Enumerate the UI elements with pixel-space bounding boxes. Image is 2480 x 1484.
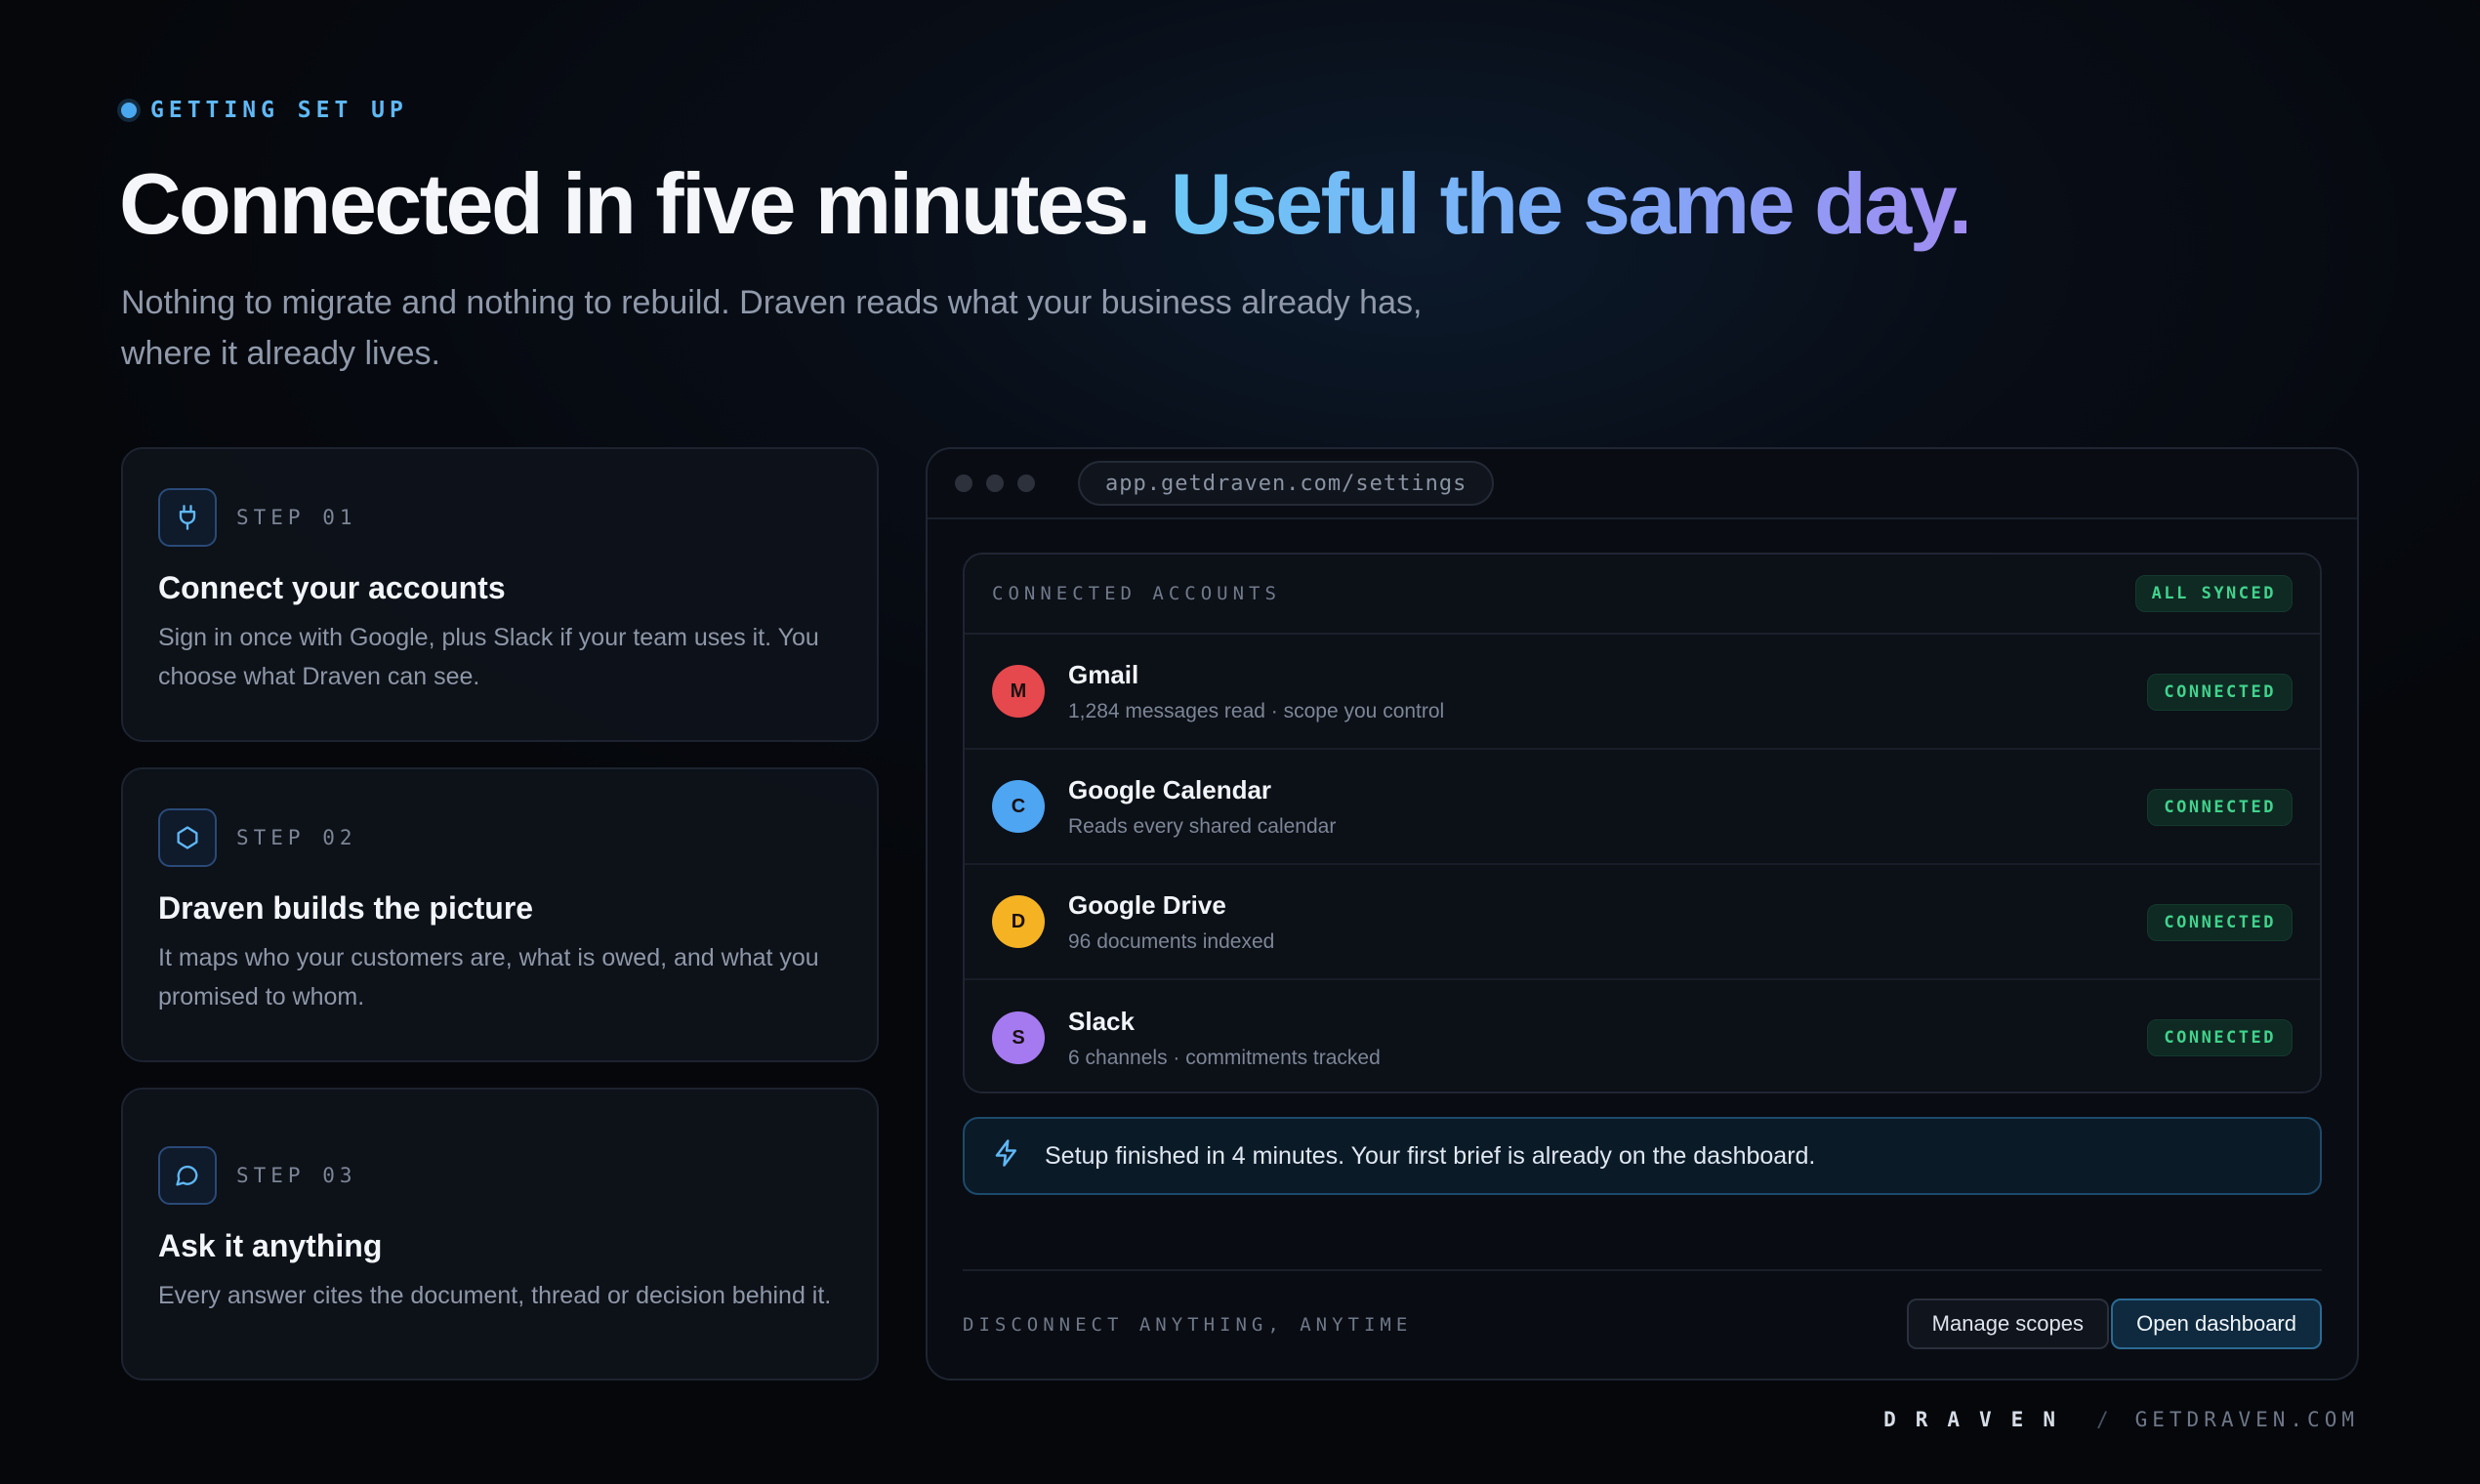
step-label: STEP 01 — [236, 506, 357, 529]
account-detail: 1,284 messages read · scope you control — [1068, 699, 1445, 722]
hexagon-icon — [158, 808, 217, 867]
account-detail: 96 documents indexed — [1068, 929, 1275, 953]
step-description: It maps who your customers are, what is … — [158, 944, 819, 1010]
step-label: STEP 02 — [236, 826, 357, 849]
account-name: Google Calendar — [1068, 774, 1272, 804]
connected-accounts-panel: CONNECTED ACCOUNTS ALL SYNCED M Gmail 1,… — [963, 553, 2322, 1093]
step-title: Ask it anything — [158, 1228, 383, 1263]
status-badge: CONNECTED — [2147, 674, 2293, 711]
account-name: Gmail — [1068, 659, 1139, 689]
step-title: Connect your accounts — [158, 570, 506, 605]
drive-avatar: D — [992, 895, 1045, 948]
eyebrow-label: GETTING SET UP — [150, 98, 408, 123]
account-detail: Reads every shared calendar — [1068, 814, 1337, 838]
step-title: Draven builds the picture — [158, 890, 534, 926]
footer-divider — [963, 1269, 2322, 1271]
account-row-google-drive[interactable]: D Google Drive 96 documents indexed CONN… — [965, 865, 2320, 980]
brand-separator: / — [2095, 1408, 2114, 1431]
page-subtitle: Nothing to migrate and nothing to rebuil… — [121, 284, 1423, 372]
disconnect-note: DISCONNECT ANYTHING, ANYTIME — [963, 1314, 1413, 1336]
eyebrow: GETTING SET UP — [121, 98, 408, 123]
status-badge: CONNECTED — [2147, 789, 2293, 826]
brand-footer: DRAVEN / GETDRAVEN.COM — [1883, 1408, 2359, 1431]
account-name: Google Drive — [1068, 889, 1226, 920]
setup-notice: Setup finished in 4 minutes. Your first … — [963, 1117, 2322, 1195]
brand-wordmark: DRAVEN — [1883, 1408, 2075, 1431]
account-row-slack[interactable]: S Slack 6 channels · commitments tracked… — [965, 980, 2320, 1092]
page-title: Connected in five minutes. Useful the sa… — [119, 154, 1972, 254]
window-minimize-dot[interactable] — [986, 474, 1004, 492]
window-titlebar: app.getdraven.com/settings — [928, 449, 2357, 519]
gmail-avatar: M — [992, 665, 1045, 718]
step-card-3: STEP 03 Ask it anything Every answer cit… — [121, 1088, 879, 1381]
brand-domain[interactable]: GETDRAVEN.COM — [2135, 1408, 2359, 1431]
lightning-icon — [992, 1138, 1021, 1175]
all-synced-badge: ALL SYNCED — [2134, 575, 2293, 612]
slack-avatar: S — [992, 1011, 1045, 1064]
accounts-title: CONNECTED ACCOUNTS — [992, 583, 1281, 604]
status-badge: CONNECTED — [2147, 1019, 2293, 1056]
calendar-avatar: C — [992, 780, 1045, 833]
url-bar[interactable]: app.getdraven.com/settings — [1078, 461, 1495, 506]
account-row-google-calendar[interactable]: C Google Calendar Reads every shared cal… — [965, 750, 2320, 865]
eyebrow-dot-icon — [121, 103, 137, 118]
headline-accent: Useful the same day. — [1170, 155, 1972, 252]
headline-main: Connected in five minutes. — [119, 155, 1171, 252]
account-row-gmail[interactable]: M Gmail 1,284 messages read · scope you … — [965, 635, 2320, 750]
accounts-header: CONNECTED ACCOUNTS ALL SYNCED — [965, 555, 2320, 635]
window-maximize-dot[interactable] — [1017, 474, 1035, 492]
step-description: Sign in once with Google, plus Slack if … — [158, 624, 819, 690]
notice-text: Setup finished in 4 minutes. Your first … — [1045, 1141, 1816, 1170]
window-close-dot[interactable] — [955, 474, 972, 492]
manage-scopes-button[interactable]: Manage scopes — [1906, 1298, 2109, 1349]
plug-icon — [158, 488, 217, 547]
app-window: app.getdraven.com/settings CONNECTED ACC… — [926, 447, 2359, 1381]
step-card-2: STEP 02 Draven builds the picture It map… — [121, 767, 879, 1062]
chat-bubble-icon — [158, 1146, 217, 1205]
status-badge: CONNECTED — [2147, 904, 2293, 941]
step-label: STEP 03 — [236, 1164, 357, 1187]
account-detail: 6 channels · commitments tracked — [1068, 1046, 1381, 1069]
open-dashboard-button[interactable]: Open dashboard — [2111, 1298, 2322, 1349]
step-card-1: STEP 01 Connect your accounts Sign in on… — [121, 447, 879, 742]
account-name: Slack — [1068, 1006, 1135, 1036]
step-description: Every answer cites the document, thread … — [158, 1282, 832, 1309]
